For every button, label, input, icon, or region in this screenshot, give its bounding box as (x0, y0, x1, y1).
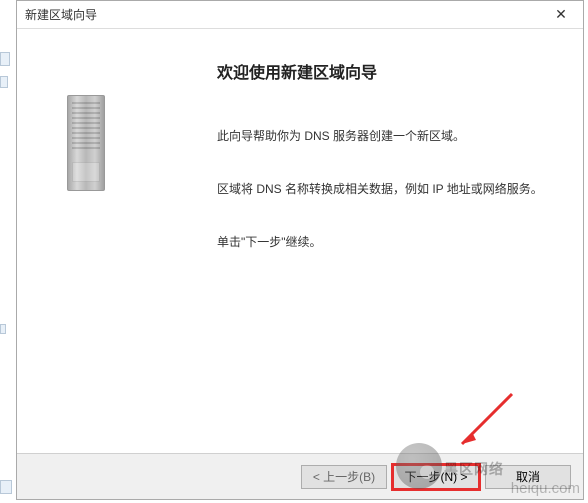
close-icon: ✕ (555, 6, 567, 23)
wizard-paragraph-3: 单击"下一步"继续。 (217, 233, 553, 252)
wizard-window: 新建区域向导 ✕ 欢迎使用新建区域向导 此向导帮助你为 DNS 服 (16, 0, 584, 500)
next-button[interactable]: 下一步(N) > (393, 465, 479, 489)
wizard-text-pane: 欢迎使用新建区域向导 此向导帮助你为 DNS 服务器创建一个新区域。 区域将 D… (197, 29, 583, 453)
wizard-content: 欢迎使用新建区域向导 此向导帮助你为 DNS 服务器创建一个新区域。 区域将 D… (17, 29, 583, 453)
wizard-sidebar-image-pane (17, 29, 197, 453)
wizard-paragraph-2: 区域将 DNS 名称转换成相关数据，例如 IP 地址或网络服务。 (217, 180, 553, 199)
titlebar: 新建区域向导 ✕ (17, 1, 583, 29)
back-button: < 上一步(B) (301, 465, 387, 489)
wizard-footer: < 上一步(B) 下一步(N) > 取消 (17, 453, 583, 499)
wizard-heading: 欢迎使用新建区域向导 (217, 59, 553, 83)
server-icon (67, 95, 105, 191)
window-title: 新建区域向导 (25, 6, 97, 23)
cancel-button[interactable]: 取消 (485, 465, 571, 489)
wizard-paragraph-1: 此向导帮助你为 DNS 服务器创建一个新区域。 (217, 127, 553, 146)
left-cropped-fragment (0, 0, 16, 500)
close-button[interactable]: ✕ (539, 1, 583, 29)
